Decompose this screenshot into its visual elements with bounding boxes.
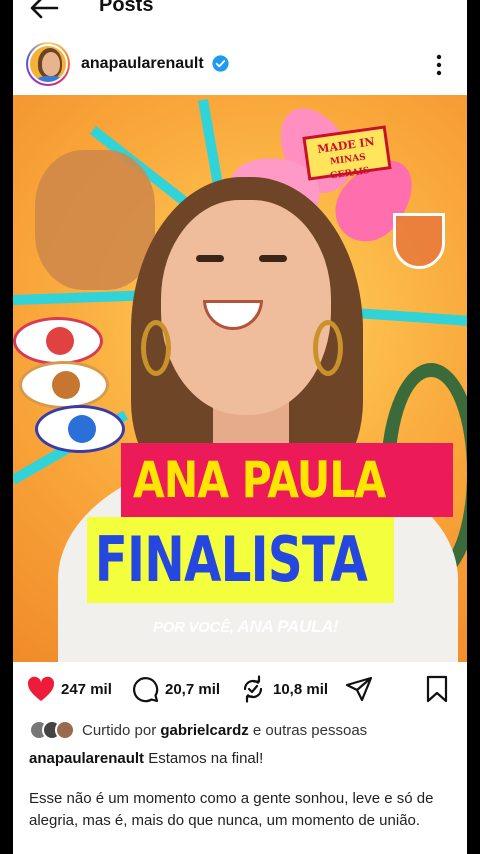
earring	[141, 320, 171, 376]
post-screen: Posts anapaularenault MADE IN MINAS GERA…	[13, 0, 467, 854]
wine-glass	[393, 213, 445, 269]
caption-username[interactable]: anapaularenault	[29, 750, 144, 767]
bookmark-icon	[426, 675, 448, 703]
avatar[interactable]	[26, 42, 70, 86]
liked-by-row[interactable]: Curtido por gabrielcardz e outras pessoa…	[29, 718, 449, 742]
eye	[259, 255, 287, 262]
headline-finalista: FINALISTA	[94, 523, 368, 596]
eye	[196, 255, 224, 262]
repost-icon	[243, 675, 263, 703]
headline-ribbon-1: ANA PAULA	[121, 443, 454, 517]
caption-paragraph: Esse não é um momento como a gente sonho…	[29, 790, 434, 829]
comment-button[interactable]: 20,7 mil	[131, 672, 220, 706]
post-image[interactable]: MADE IN MINAS GERAIS ANA PAULA FINALISTA…	[13, 95, 467, 662]
repost-count: 10,8 mil	[273, 680, 329, 698]
post-header: anapaularenault	[13, 40, 467, 90]
like-count: 247 mil	[61, 680, 112, 698]
caption-first-line: Estamos na final!	[148, 750, 264, 767]
collage-fruit	[35, 150, 155, 290]
share-button[interactable]	[345, 672, 373, 706]
post-caption: anapaularenault Estamos na final! Esse n…	[29, 748, 449, 850]
comment-icon	[133, 677, 159, 703]
tagline-name: ANA PAULA!	[237, 617, 339, 636]
collage-eye	[35, 405, 125, 453]
arrow-left-icon	[30, 0, 59, 19]
liked-by-suffix: e outras pessoas	[252, 721, 368, 739]
comment-count: 20,7 mil	[165, 680, 221, 698]
liked-by-prefix: Curtido por	[82, 721, 157, 739]
username[interactable]: anapaularenault	[81, 55, 204, 73]
save-button[interactable]	[425, 672, 449, 706]
repost-button[interactable]: 10,8 mil	[239, 672, 328, 706]
liked-by-text: Curtido por gabrielcardz e outras pessoa…	[82, 722, 367, 739]
headline-name: ANA PAULA	[133, 451, 386, 509]
collage-eye	[13, 317, 103, 365]
avatar	[55, 720, 75, 740]
top-bar: Posts	[13, 0, 467, 24]
back-button[interactable]	[29, 0, 63, 22]
more-vertical-icon[interactable]	[429, 52, 449, 78]
liked-by-user[interactable]: gabrielcardz	[160, 722, 248, 739]
heart-icon	[27, 676, 55, 701]
verified-badge-icon	[212, 55, 229, 72]
tagline: POR VOCÊ, ANA PAULA!	[153, 617, 339, 637]
headline-ribbon-2: FINALISTA	[87, 517, 394, 603]
action-bar: 247 mil 20,7 mil 10,8 mil	[13, 672, 467, 706]
send-icon	[345, 676, 373, 702]
page-title: Posts	[99, 0, 154, 16]
collage-eye	[19, 361, 109, 409]
earring	[313, 320, 343, 376]
tagline-prefix: POR VOCÊ,	[153, 619, 234, 636]
like-button[interactable]: 247 mil	[27, 672, 112, 706]
